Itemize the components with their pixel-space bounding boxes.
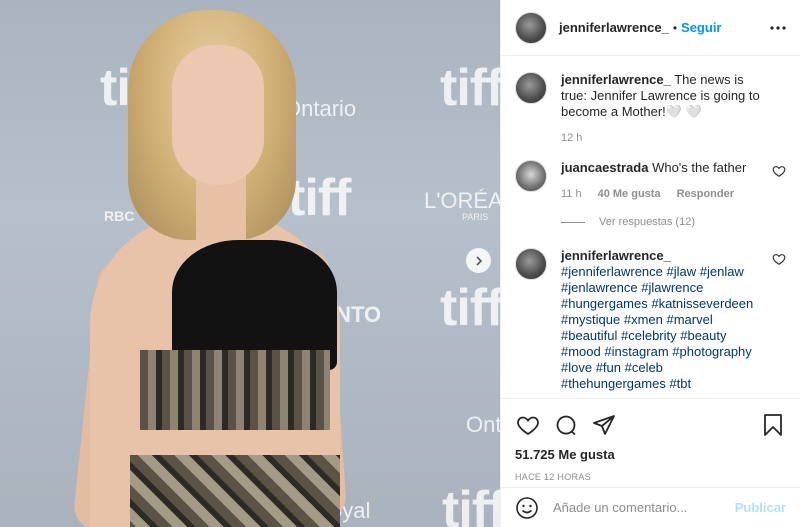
heart-icon[interactable] (772, 164, 786, 178)
add-comment-bar: Publicar (501, 487, 800, 527)
post-photo[interactable]: tiff tiff tiff tiff tiff Ontario L'ORÉAL… (0, 0, 500, 527)
comments-list[interactable]: jenniferlawrence_ The news is true: Jenn… (501, 56, 800, 398)
view-replies-label[interactable]: Ver respuestas (12) (599, 216, 695, 228)
comment-time[interactable]: 12 h (561, 130, 582, 146)
comment-icon[interactable] (553, 412, 579, 438)
reply-button[interactable]: Responder (677, 186, 734, 202)
bookmark-icon[interactable] (760, 412, 786, 438)
post-header: jenniferlawrence_ • Seguir (501, 0, 800, 56)
comment-username[interactable]: jenniferlawrence_ (561, 72, 671, 87)
post-time[interactable]: HACE 12 HORAS (515, 472, 786, 482)
comment-likes[interactable]: 40 Me gusta (598, 186, 661, 202)
share-icon[interactable] (591, 412, 617, 438)
avatar[interactable] (515, 248, 547, 280)
caption: jenniferlawrence_ The news is true: Jenn… (515, 72, 786, 146)
watermark-paris: PARIS (462, 212, 489, 222)
watermark-tiff: tiff (288, 169, 351, 227)
actions-bar: 51.725 Me gusta HACE 12 HORAS (501, 398, 800, 482)
hashtag-list[interactable]: #jenniferlawrence #jlaw #jenlaw #jenlawr… (561, 264, 753, 391)
heart-icon[interactable] (515, 412, 541, 438)
instagram-post: tiff tiff tiff tiff tiff Ontario L'ORÉAL… (0, 0, 800, 527)
comment-username[interactable]: juancaestrada (561, 160, 648, 175)
next-arrow-icon[interactable] (466, 248, 491, 273)
avatar[interactable] (515, 160, 547, 192)
comment-text: Who's the father (652, 160, 747, 175)
watermark-tiff: tiff (440, 279, 500, 337)
figure-embellished-band (140, 350, 330, 430)
comment-username[interactable]: jenniferlawrence_ (561, 248, 671, 263)
comment: juancaestrada Who's the father 11 h 40 M… (515, 160, 786, 202)
figure-skirt (130, 455, 340, 527)
comment-input[interactable] (553, 500, 735, 515)
likes-count[interactable]: 51.725 Me gusta (515, 447, 786, 462)
comment-time[interactable]: 11 h (561, 186, 582, 202)
avatar[interactable] (515, 11, 547, 44)
watermark-rbc: RBC (104, 208, 135, 224)
watermark-ont: Ont (466, 412, 500, 437)
more-horizontal-icon[interactable] (768, 18, 788, 38)
figure-face (172, 45, 264, 185)
username[interactable]: jenniferlawrence_ (559, 20, 669, 35)
watermark-tiff: tiff (440, 59, 500, 117)
view-replies-button[interactable]: Ver respuestas (12) (561, 216, 786, 228)
post-side-panel: jenniferlawrence_ • Seguir jenniferlawre… (500, 0, 800, 527)
avatar[interactable] (515, 72, 547, 104)
heart-icon[interactable] (772, 252, 786, 266)
comment: jenniferlawrence_ #jenniferlawrence #jla… (515, 248, 786, 392)
emoji-icon[interactable] (515, 496, 539, 520)
publish-button[interactable]: Publicar (735, 500, 786, 515)
replies-line (561, 221, 585, 223)
separator-dot: • (672, 20, 678, 35)
watermark-tiff: tiff (442, 481, 500, 527)
follow-button[interactable]: Seguir (681, 20, 721, 35)
watermark-loreal: L'ORÉAL (424, 188, 500, 213)
